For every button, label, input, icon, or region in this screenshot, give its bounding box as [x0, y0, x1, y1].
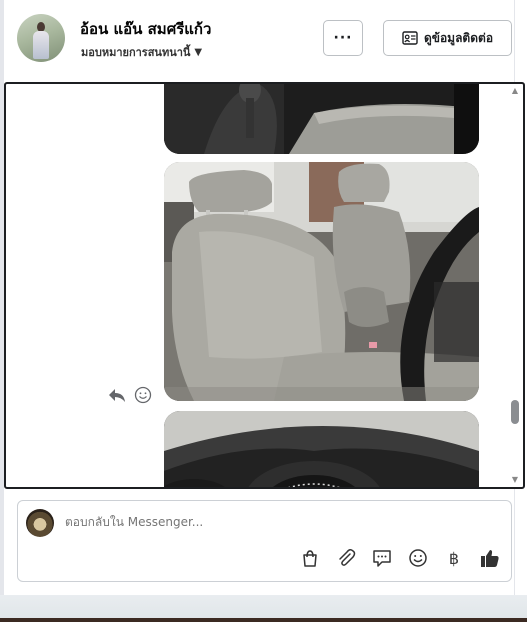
car-dashboard-image [164, 411, 479, 487]
conversation-header: อ้อน แอ๊น สมศรีแก้ว มอบหมายการสนทนานี้ ▼… [4, 0, 514, 82]
car-gear-shift-photo[interactable] [164, 84, 479, 154]
reply-input[interactable] [65, 515, 485, 529]
saved-reply-icon[interactable] [371, 547, 393, 569]
like-icon[interactable] [479, 547, 501, 569]
assign-conversation-dropdown[interactable]: มอบหมายการสนทนานี้ ▼ [81, 43, 202, 61]
assign-conversation-label: มอบหมายการสนทนานี้ [81, 46, 191, 59]
baht-icon[interactable]: ฿ [443, 547, 465, 569]
messenger-conversation-window: อ้อน แอ๊น สมศรีแก้ว มอบหมายการสนทนานี้ ▼… [0, 0, 527, 622]
bag-icon[interactable] [299, 547, 321, 569]
desktop-edge [0, 618, 527, 622]
contact-name[interactable]: อ้อน แอ๊น สมศรีแก้ว [80, 17, 211, 41]
scroll-up-arrow-icon[interactable]: ▲ [510, 86, 520, 96]
view-contact-label: ดูข้อมูลติดต่อ [423, 30, 494, 45]
attachment-icon[interactable] [335, 547, 357, 569]
message-thread[interactable]: ▲ ▼ [4, 82, 525, 489]
page-avatar [26, 509, 54, 537]
contact-card-icon [402, 31, 418, 45]
emoji-react-icon[interactable] [134, 386, 152, 408]
contact-avatar[interactable] [17, 14, 65, 62]
car-gear-shift-image [164, 84, 479, 154]
car-dashboard-photo[interactable] [164, 411, 479, 487]
car-seats-photo[interactable] [164, 162, 479, 401]
caret-down-icon: ▼ [194, 46, 203, 58]
message-reactions [108, 386, 152, 408]
scroll-down-arrow-icon[interactable]: ▼ [510, 475, 520, 485]
emoji-icon[interactable] [407, 547, 429, 569]
composer-toolbar: ฿ [299, 547, 501, 569]
view-contact-button[interactable]: ดูข้อมูลติดต่อ [383, 20, 512, 56]
avatar-body [33, 31, 49, 59]
more-options-button[interactable]: ··· [323, 20, 363, 56]
thread-scrollbar[interactable]: ▲ ▼ [509, 84, 521, 487]
scrollbar-thumb[interactable] [511, 400, 519, 424]
reply-composer: ฿ [17, 500, 512, 582]
car-seats-image [164, 162, 479, 401]
reply-icon[interactable] [108, 387, 126, 407]
